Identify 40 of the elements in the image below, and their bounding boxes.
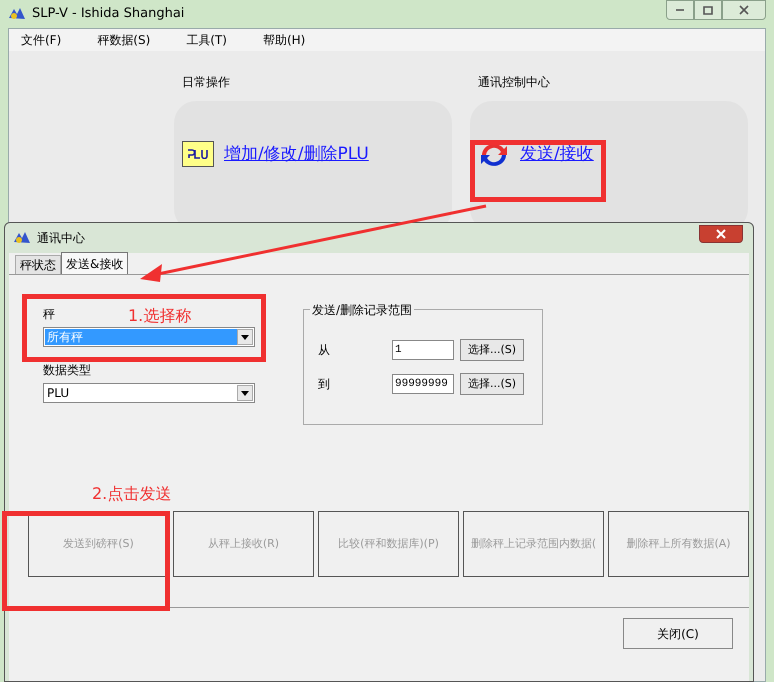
input-field[interactable]: 99999999 (392, 374, 454, 394)
maximize-button[interactable] (694, 0, 722, 20)
close-icon (715, 229, 727, 239)
section-link[interactable]: 增加/修改/删除PLU (224, 141, 369, 167)
menu-item[interactable]: 工具(T) (186, 31, 227, 49)
plu-icon (182, 141, 214, 167)
section-heading: 通讯控制中心 (477, 74, 551, 91)
annotation-text: 1.选择称 (128, 305, 192, 327)
menu-item[interactable]: 帮助(H) (262, 31, 306, 49)
input-field[interactable]: 1 (392, 340, 454, 360)
close-button[interactable] (699, 225, 743, 243)
select-button[interactable]: 选择...(S) (460, 339, 524, 361)
group-title: 发送/删除记录范围 (310, 301, 414, 319)
dropdown[interactable]: PLU (43, 383, 255, 403)
field-label: 到 (318, 376, 331, 393)
close-dialog-button[interactable]: 关闭(C) (623, 618, 733, 649)
dropdown-arrow-icon (241, 390, 249, 396)
section-link[interactable]: 发送/接收 (520, 141, 594, 167)
maximize-icon (703, 6, 713, 14)
field-label: 数据类型 (43, 362, 91, 379)
minimize-icon (676, 9, 684, 11)
close-icon (739, 5, 749, 15)
app-icon (13, 230, 31, 246)
close-button[interactable] (722, 0, 766, 20)
annotation-text: 2.点击发送 (92, 483, 172, 505)
tab[interactable]: 秤状态 (15, 255, 61, 274)
tab[interactable]: 发送&接收 (61, 252, 128, 274)
menu-item[interactable]: 文件(F) (21, 31, 62, 49)
dialog-title: 通讯中心 (37, 230, 85, 247)
app-icon (8, 6, 26, 22)
menu-item[interactable]: 秤数据(S) (97, 31, 150, 49)
dropdown-value: PLU (46, 385, 70, 401)
field-label: 秤 (43, 306, 55, 323)
dropdown-arrow-icon (241, 334, 249, 340)
field-label: 从 (318, 342, 331, 359)
window-title: SLP-V - Ishida Shanghai (32, 5, 184, 24)
dropdown-value: 所有秤 (45, 329, 237, 345)
section-heading: 日常操作 (181, 74, 231, 91)
minimize-button[interactable] (666, 0, 694, 20)
select-button[interactable]: 选择...(S) (460, 373, 524, 395)
